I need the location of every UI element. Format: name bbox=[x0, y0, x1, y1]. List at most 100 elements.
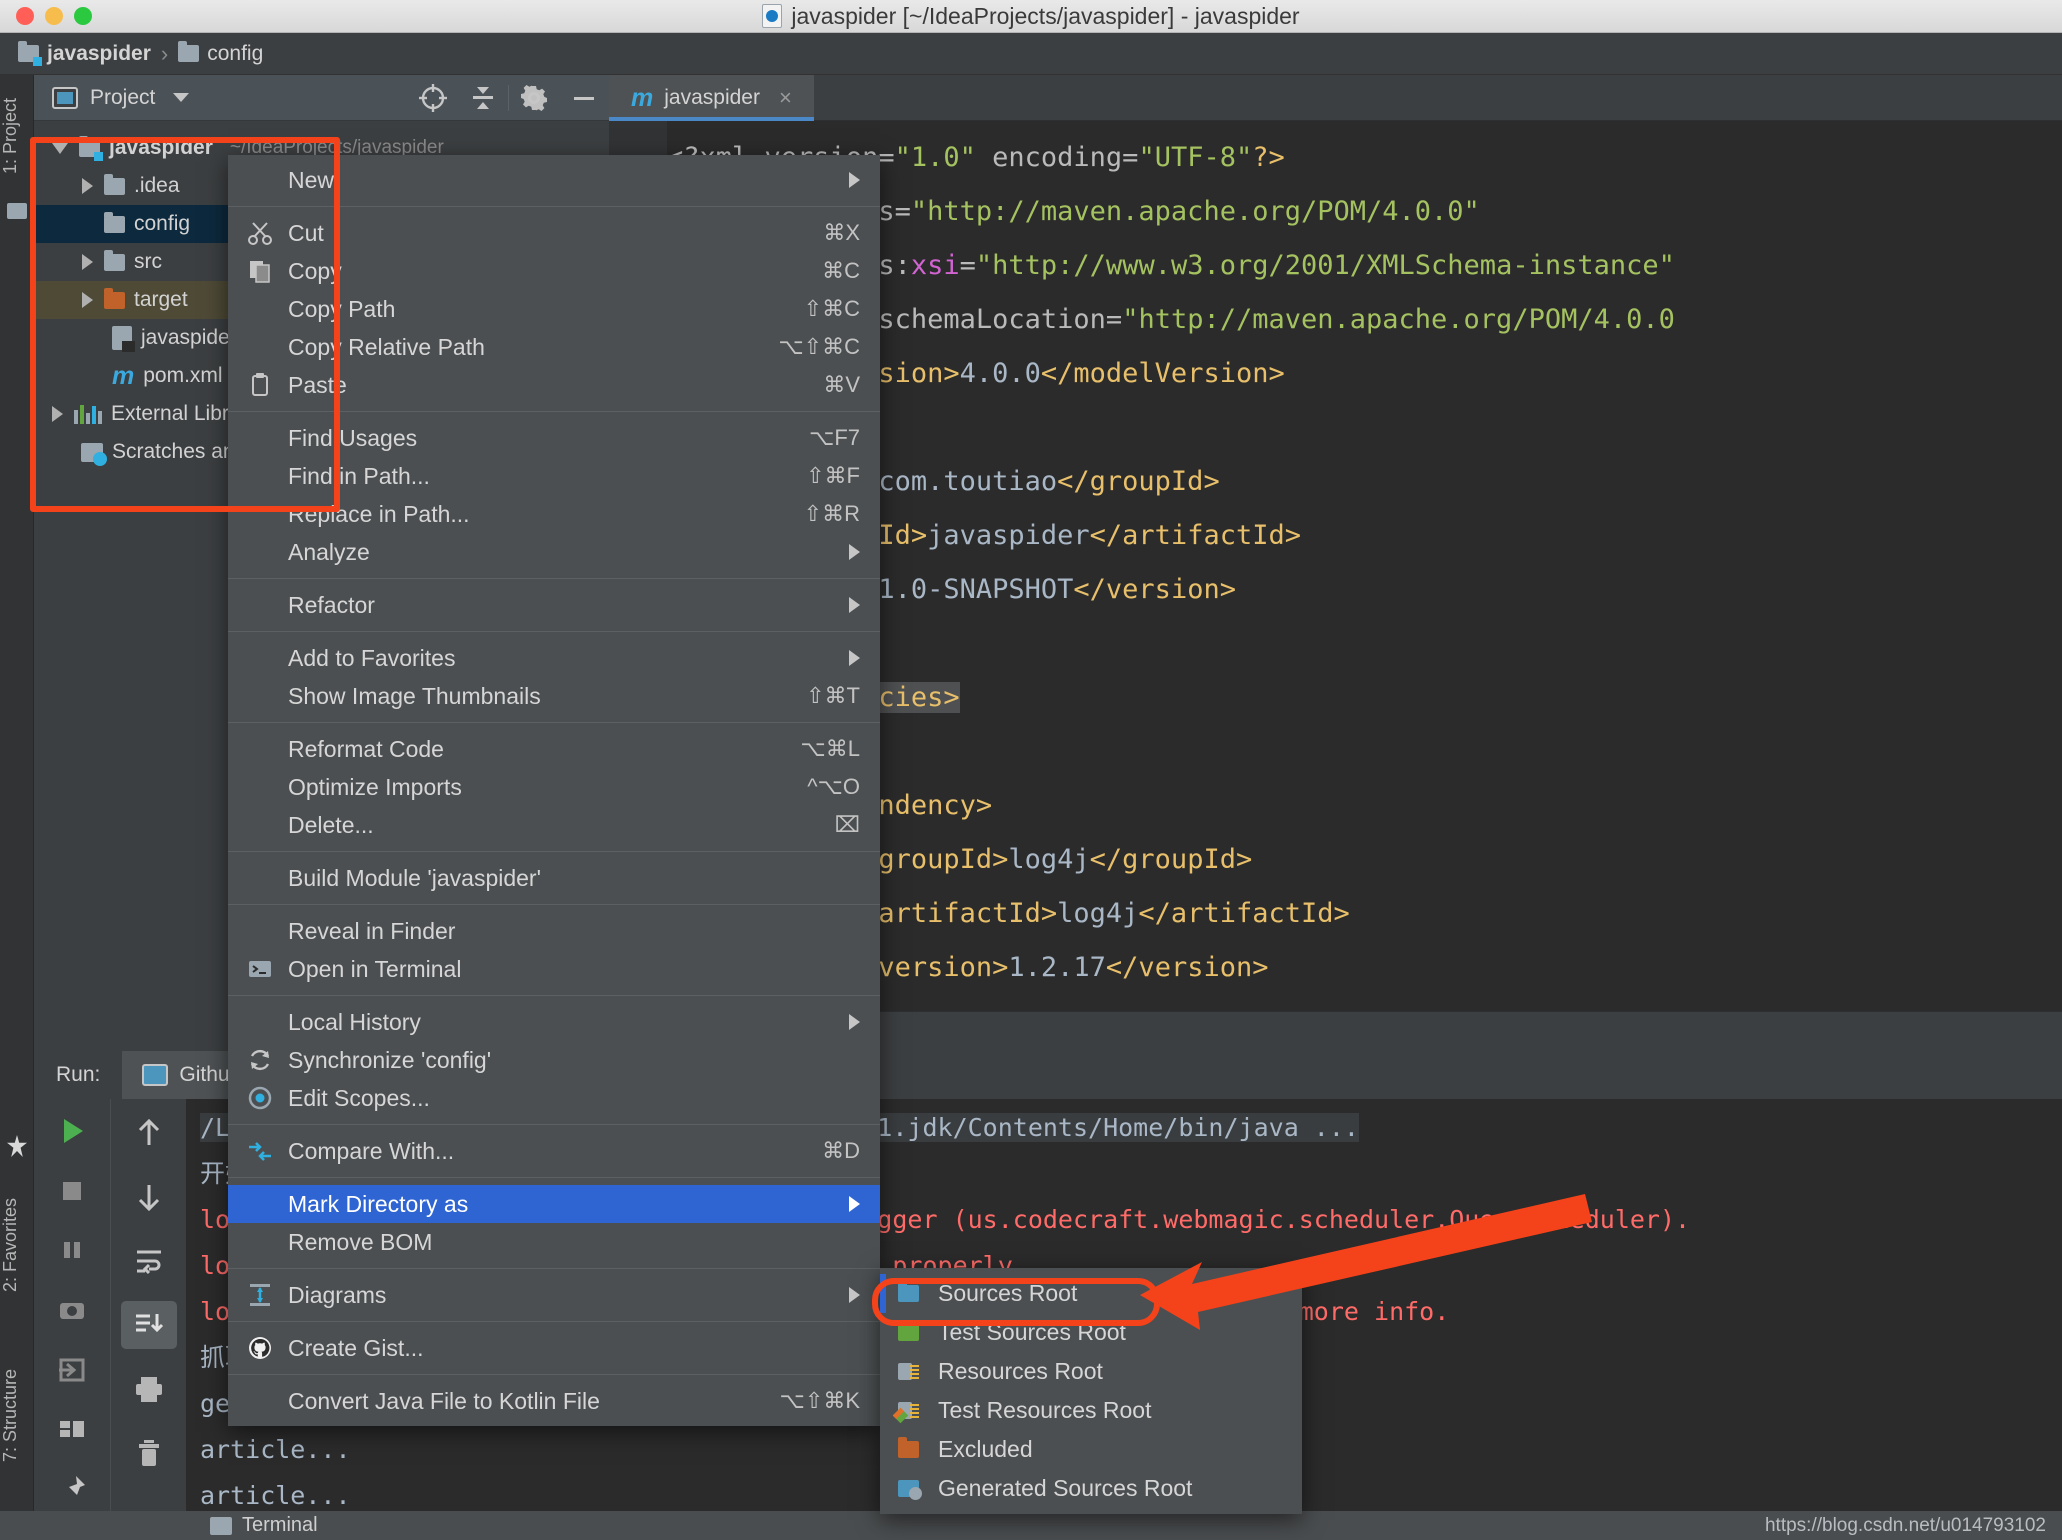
breadcrumb-project[interactable]: javaspider bbox=[18, 41, 151, 66]
folder-icon bbox=[104, 249, 125, 271]
maven-icon: m bbox=[112, 361, 135, 390]
gear-icon[interactable] bbox=[509, 75, 559, 121]
sidebar-tab-favorites[interactable]: 2: Favorites bbox=[0, 1170, 34, 1320]
submenu-item-label: Test Resources Root bbox=[938, 1397, 1152, 1423]
menu-item-copy-path[interactable]: Copy Path ⇧⌘C bbox=[228, 290, 880, 328]
menu-item-copy[interactable]: Copy ⌘C bbox=[228, 252, 880, 290]
menu-item-label: Reformat Code bbox=[288, 735, 444, 762]
submenu-item-label: Excluded bbox=[938, 1436, 1033, 1462]
pause-button[interactable] bbox=[44, 1228, 100, 1272]
sidebar-tab-project[interactable]: 1: Project bbox=[0, 81, 34, 191]
menu-item-create-gist[interactable]: Create Gist... bbox=[228, 1329, 880, 1367]
hide-panel-button[interactable] bbox=[559, 75, 609, 121]
menu-item-shortcut: ^⌥O bbox=[807, 774, 860, 799]
scroll-to-end-button[interactable] bbox=[120, 1301, 177, 1349]
export-button[interactable] bbox=[44, 1348, 100, 1392]
menu-item-label: Reveal in Finder bbox=[288, 917, 456, 944]
menu-item-add-to-favorites[interactable]: Add to Favorites bbox=[228, 639, 880, 677]
maven-icon: m bbox=[631, 83, 654, 112]
menu-item-label: Analyze bbox=[288, 538, 370, 565]
menu-item-optimize-imports[interactable]: Optimize Imports ^⌥O bbox=[228, 768, 880, 806]
menu-item-local-history[interactable]: Local History bbox=[228, 1003, 880, 1041]
menu-item-label: Remove BOM bbox=[288, 1228, 433, 1255]
submenu-item-resources-root[interactable]: Resources Root bbox=[880, 1352, 1302, 1391]
project-panel-header: Project bbox=[34, 75, 609, 121]
submenu-item-label: Resources Root bbox=[938, 1358, 1103, 1384]
chevron-right-icon bbox=[849, 1196, 860, 1212]
menu-item-synchronize-config[interactable]: Synchronize 'config' bbox=[228, 1041, 880, 1079]
chevron-down-icon[interactable] bbox=[173, 93, 190, 102]
editor-tab-javaspider[interactable]: m javaspider × bbox=[609, 75, 814, 121]
up-arrow-icon[interactable] bbox=[121, 1109, 177, 1157]
rerun-button[interactable] bbox=[44, 1109, 100, 1153]
down-arrow-icon[interactable] bbox=[121, 1173, 177, 1221]
menu-item-edit-scopes[interactable]: Edit Scopes... bbox=[228, 1079, 880, 1117]
menu-item-build-module-javaspider[interactable]: Build Module 'javaspider' bbox=[228, 859, 880, 897]
layout-button[interactable] bbox=[44, 1408, 100, 1452]
editor-tab-bar: m javaspider × bbox=[609, 75, 2062, 121]
soft-wrap-button[interactable] bbox=[121, 1237, 177, 1285]
code-token: "http://maven.apache.org/POM/4.0.0" bbox=[910, 196, 1480, 227]
collapse-all-button[interactable] bbox=[458, 75, 508, 121]
project-panel-title: Project bbox=[90, 85, 156, 109]
menu-item-reveal-in-finder[interactable]: Reveal in Finder bbox=[228, 912, 880, 950]
submenu-item-generated-sources-root[interactable]: Generated Sources Root bbox=[880, 1469, 1302, 1508]
project-icon bbox=[52, 86, 78, 109]
menu-item-copy-relative-path[interactable]: Copy Relative Path ⌥⇧⌘C bbox=[228, 328, 880, 366]
code-token: "http://www.w3.org/2001/XMLSchema-instan… bbox=[975, 250, 1675, 281]
menu-item-shortcut: ⇧⌘R bbox=[803, 501, 860, 526]
camera-icon[interactable] bbox=[44, 1288, 100, 1332]
menu-item-find-in-path[interactable]: Find in Path... ⇧⌘F bbox=[228, 457, 880, 495]
menu-item-diagrams[interactable]: Diagrams bbox=[228, 1276, 880, 1314]
menu-item-label: Edit Scopes... bbox=[288, 1084, 430, 1111]
menu-separator bbox=[228, 1321, 880, 1322]
code-token: </artifactId> bbox=[1138, 898, 1350, 929]
menu-item-label: Convert Java File to Kotlin File bbox=[288, 1387, 600, 1414]
menu-item-cut[interactable]: Cut ⌘X bbox=[228, 214, 880, 252]
chevron-down-icon[interactable] bbox=[52, 142, 68, 154]
menu-separator bbox=[228, 722, 880, 723]
code-token: </version> bbox=[1073, 574, 1236, 605]
menu-item-shortcut: ⌧ bbox=[834, 812, 860, 837]
tree-label: .idea bbox=[134, 174, 180, 197]
menu-item-analyze[interactable]: Analyze bbox=[228, 533, 880, 571]
chevron-right-icon[interactable] bbox=[82, 292, 93, 308]
menu-item-open-in-terminal[interactable]: Open in Terminal bbox=[228, 950, 880, 988]
menu-item-new[interactable]: New bbox=[228, 161, 880, 199]
left-tool-strip: 1: Project 2: Favorites 7: Structure bbox=[0, 75, 34, 1540]
trash-icon[interactable] bbox=[121, 1429, 177, 1477]
menu-item-remove-bom[interactable]: Remove BOM bbox=[228, 1223, 880, 1261]
close-icon[interactable]: × bbox=[779, 85, 792, 111]
menu-item-reformat-code[interactable]: Reformat Code ⌥⌘L bbox=[228, 730, 880, 768]
code-token: javaspider bbox=[927, 520, 1090, 551]
menu-item-compare-with[interactable]: Compare With... ⌘D bbox=[228, 1132, 880, 1170]
chevron-right-icon[interactable] bbox=[82, 254, 93, 270]
chevron-right-icon[interactable] bbox=[82, 178, 93, 194]
menu-item-delete[interactable]: Delete... ⌧ bbox=[228, 806, 880, 844]
menu-item-refactor[interactable]: Refactor bbox=[228, 586, 880, 624]
diagram-icon bbox=[246, 1282, 274, 1308]
scroll-from-source-button[interactable] bbox=[408, 75, 458, 121]
submenu-item-test-resources-root[interactable]: Test Resources Root bbox=[880, 1391, 1302, 1430]
bottom-tab-terminal[interactable]: Terminal bbox=[210, 1514, 318, 1537]
folder-excluded-icon bbox=[104, 287, 125, 309]
menu-item-label: Refactor bbox=[288, 591, 375, 618]
stop-button[interactable] bbox=[44, 1169, 100, 1213]
code-token: 4.0.0 bbox=[959, 358, 1041, 389]
menu-item-label: Find Usages bbox=[288, 424, 418, 451]
chevron-right-icon[interactable] bbox=[52, 406, 63, 422]
menu-item-replace-in-path[interactable]: Replace in Path... ⇧⌘R bbox=[228, 495, 880, 533]
code-token: xsi bbox=[910, 250, 960, 281]
sidebar-tab-structure[interactable]: 7: Structure bbox=[0, 1340, 34, 1490]
menu-item-paste[interactable]: Paste ⌘V bbox=[228, 366, 880, 404]
code-token: </groupId> bbox=[1057, 466, 1220, 497]
submenu-item-excluded[interactable]: Excluded bbox=[880, 1430, 1302, 1469]
menu-item-show-image-thumbnails[interactable]: Show Image Thumbnails ⇧⌘T bbox=[228, 677, 880, 715]
print-icon[interactable] bbox=[121, 1365, 177, 1413]
breadcrumb-config[interactable]: config bbox=[178, 41, 263, 66]
menu-item-convert-java-file-to-kotlin-file[interactable]: Convert Java File to Kotlin File ⌥⇧⌘K bbox=[228, 1382, 880, 1420]
menu-item-find-usages[interactable]: Find Usages ⌥F7 bbox=[228, 419, 880, 457]
pin-icon[interactable] bbox=[44, 1467, 100, 1511]
menu-item-mark-directory-as[interactable]: Mark Directory as bbox=[228, 1185, 880, 1223]
project-context-menu[interactable]: New Cut ⌘X Copy ⌘C Copy Path ⇧⌘C Copy Relative … bbox=[228, 155, 880, 1426]
